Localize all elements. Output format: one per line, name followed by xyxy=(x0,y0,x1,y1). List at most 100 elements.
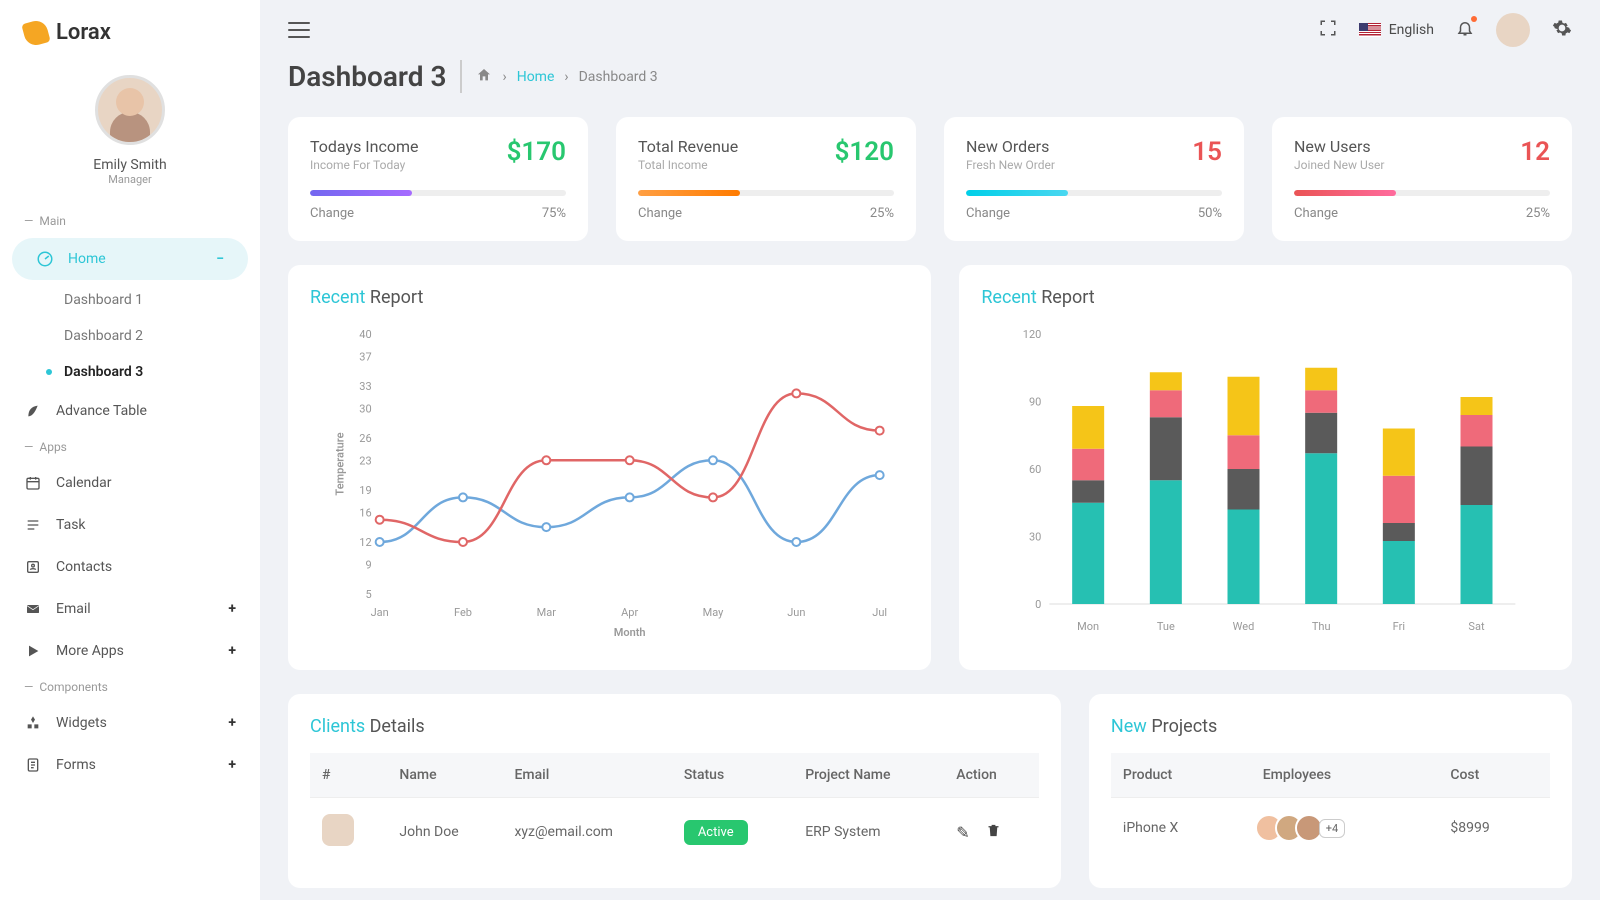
section-main: Main xyxy=(0,206,260,236)
svg-text:Feb: Feb xyxy=(454,606,472,619)
sidebar-item-more-apps[interactable]: More Apps + xyxy=(0,630,260,672)
kpi-title: Total Revenue xyxy=(638,137,738,156)
kpi-change-pct: 25% xyxy=(870,206,894,221)
project-product: iPhone X xyxy=(1111,798,1251,859)
client-email: xyz@email.com xyxy=(502,798,671,867)
sidebar-item-advance-table[interactable]: Advance Table xyxy=(0,390,260,432)
bar-chart-card: Recent Report 0306090120MonTueWedThuFriS… xyxy=(959,265,1572,670)
line-chart-card: Recent Report 59121619232630333740JanFeb… xyxy=(288,265,931,670)
client-avatar xyxy=(322,814,354,846)
svg-text:90: 90 xyxy=(1029,396,1041,409)
sidebar-item-dashboard1[interactable]: Dashboard 1 xyxy=(40,282,260,318)
brand-text: Lorax xyxy=(56,20,111,45)
svg-text:60: 60 xyxy=(1029,463,1041,476)
status-badge: Active xyxy=(684,820,748,845)
fullscreen-icon[interactable] xyxy=(1319,19,1337,42)
employee-more[interactable]: +4 xyxy=(1319,819,1345,838)
svg-text:9: 9 xyxy=(365,558,371,571)
table-row: iPhone X +4 $8999 xyxy=(1111,798,1550,859)
kpi-card-3: New Users Joined New User 12 Change25% xyxy=(1272,117,1572,241)
client-project: ERP System xyxy=(793,798,944,867)
email-icon xyxy=(24,600,42,618)
breadcrumb-home[interactable]: Home xyxy=(517,69,555,85)
svg-text:40: 40 xyxy=(359,328,371,341)
leaf-small-icon xyxy=(24,402,42,420)
kpi-subtitle: Income For Today xyxy=(310,158,419,172)
kpi-change-pct: 50% xyxy=(1198,206,1222,221)
language-label: English xyxy=(1389,22,1434,38)
kpi-change-label: Change xyxy=(310,206,354,221)
breadcrumb-current: Dashboard 3 xyxy=(579,69,658,85)
svg-text:23: 23 xyxy=(359,454,371,467)
sidebar-item-label: Task xyxy=(56,517,86,533)
edit-icon[interactable]: ✎ xyxy=(956,823,969,842)
svg-text:33: 33 xyxy=(359,380,371,393)
sidebar-item-widgets[interactable]: Widgets + xyxy=(0,702,260,744)
table-header: Name xyxy=(387,753,502,798)
svg-text:Apr: Apr xyxy=(621,606,638,619)
svg-text:30: 30 xyxy=(1029,531,1041,544)
svg-text:Mon: Mon xyxy=(1078,620,1100,633)
kpi-change-pct: 75% xyxy=(542,206,566,221)
sidebar-item-dashboard2[interactable]: Dashboard 2 xyxy=(40,318,260,354)
kpi-progress xyxy=(638,190,894,196)
svg-text:Jan: Jan xyxy=(371,606,389,619)
bar-chart[interactable]: 0306090120MonTueWedThuFriSat xyxy=(981,324,1550,644)
language-selector[interactable]: English xyxy=(1359,22,1434,38)
svg-text:0: 0 xyxy=(1035,598,1041,611)
leaf-icon xyxy=(21,18,50,47)
user-avatar[interactable] xyxy=(1496,13,1530,47)
kpi-subtitle: Joined New User xyxy=(1294,158,1384,172)
svg-text:Tue: Tue xyxy=(1157,620,1175,633)
clients-card: Clients Details #NameEmailStatusProject … xyxy=(288,694,1061,888)
svg-text:26: 26 xyxy=(359,432,371,445)
profile[interactable]: Emily Smith Manager xyxy=(0,65,260,206)
collapse-icon: − xyxy=(216,251,224,267)
sidebar-item-dashboard3[interactable]: Dashboard 3 xyxy=(40,354,260,390)
svg-text:12: 12 xyxy=(359,536,371,549)
kpi-value: $170 xyxy=(507,137,566,167)
kpi-change-label: Change xyxy=(966,206,1010,221)
settings-icon[interactable] xyxy=(1552,18,1572,43)
table-header: Cost xyxy=(1438,753,1550,798)
notifications-icon[interactable] xyxy=(1456,19,1474,42)
client-name: John Doe xyxy=(387,798,502,867)
table-row: John Doe xyz@email.com Active ERP System… xyxy=(310,798,1039,867)
sidebar-item-email[interactable]: Email + xyxy=(0,588,260,630)
play-icon xyxy=(24,642,42,660)
us-flag-icon xyxy=(1359,23,1381,37)
sidebar-item-label: Advance Table xyxy=(56,403,147,419)
contacts-icon xyxy=(24,558,42,576)
delete-icon[interactable] xyxy=(986,823,1001,842)
projects-card: New Projects ProductEmployeesCost iPhone… xyxy=(1089,694,1572,888)
breadcrumb: › Home › Dashboard 3 xyxy=(476,67,657,87)
svg-text:Fri: Fri xyxy=(1393,620,1405,633)
expand-icon: + xyxy=(228,643,236,659)
svg-text:16: 16 xyxy=(359,506,371,519)
clients-table: #NameEmailStatusProject NameAction John … xyxy=(310,753,1039,866)
table-header: # xyxy=(310,753,387,798)
section-apps: Apps xyxy=(0,432,260,462)
svg-text:Month: Month xyxy=(614,626,646,639)
home-icon[interactable] xyxy=(476,67,492,87)
kpi-subtitle: Fresh New Order xyxy=(966,158,1055,172)
svg-text:Mar: Mar xyxy=(537,606,557,619)
calendar-icon xyxy=(24,474,42,492)
menu-toggle[interactable] xyxy=(288,22,310,38)
kpi-progress xyxy=(310,190,566,196)
line-chart[interactable]: 59121619232630333740JanFebMarAprMayJunJu… xyxy=(310,324,909,644)
topbar: English xyxy=(260,0,1600,60)
sidebar-item-contacts[interactable]: Contacts xyxy=(0,546,260,588)
sidebar-item-task[interactable]: Task xyxy=(0,504,260,546)
sidebar-item-label: Home xyxy=(68,251,106,267)
kpi-title: New Orders xyxy=(966,137,1055,156)
page-header: Dashboard 3 › Home › Dashboard 3 xyxy=(288,60,1572,93)
expand-icon: + xyxy=(228,715,236,731)
brand[interactable]: Lorax xyxy=(0,20,260,65)
sidebar-item-forms[interactable]: Forms + xyxy=(0,744,260,786)
projects-table: ProductEmployeesCost iPhone X +4 $8999 xyxy=(1111,753,1550,858)
sidebar-item-calendar[interactable]: Calendar xyxy=(0,462,260,504)
table-header: Employees xyxy=(1251,753,1439,798)
sidebar-item-home[interactable]: Home − xyxy=(12,238,248,280)
sidebar: Lorax Emily Smith Manager Main Home − Da… xyxy=(0,0,260,900)
